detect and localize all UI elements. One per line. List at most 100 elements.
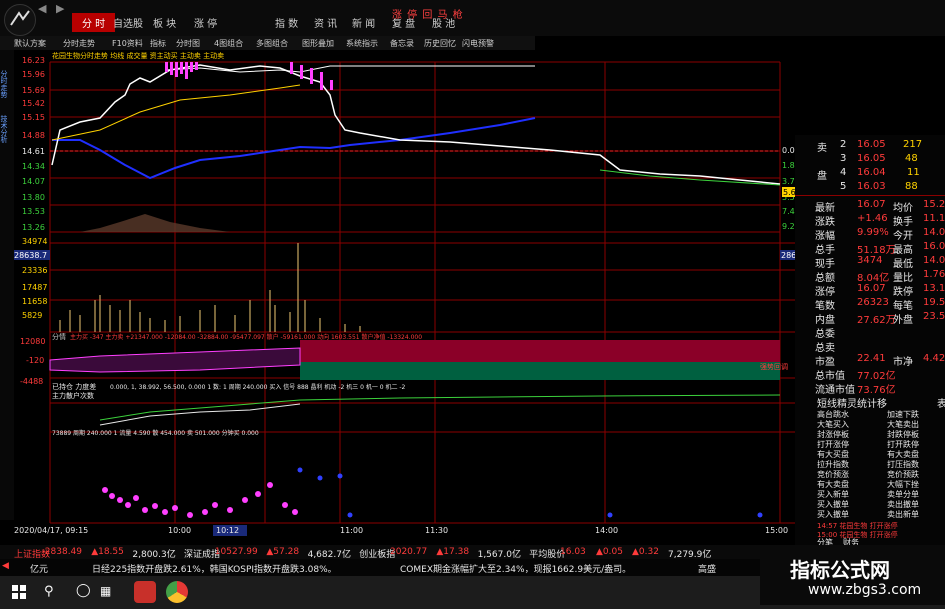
sub1-values: 主力买 -347 主力卖 +21347.000 -12084.00 -32884… — [70, 333, 422, 341]
price-tick-10: 13.53 — [22, 207, 45, 216]
price-tick-9: 13.80 — [22, 193, 45, 202]
ma-line — [51, 84, 301, 141]
stat-label: 市盈 — [815, 357, 835, 368]
price-line — [51, 64, 781, 185]
stat-label: 现手 — [815, 259, 835, 270]
signal-tab-0[interactable]: 短线精灵统计 — [817, 395, 877, 410]
order-vol: 217 — [903, 139, 923, 150]
toolbar-item-5[interactable]: 4图组合 — [214, 38, 243, 49]
nav-item-0[interactable]: 分 时 — [72, 13, 116, 32]
stat-label-2: 最低 — [893, 259, 913, 270]
price-axis: 16.23 15.96 15.69 15.42 15.15 14.88 14.6… — [22, 56, 45, 232]
volume-ridge — [80, 214, 230, 232]
chrome-icon[interactable] — [166, 581, 188, 603]
toolbar-item-8[interactable]: 系统指示 — [346, 38, 378, 49]
time-axis: 2020/04/17, 09:15 10:00 10:12 11:00 11:3… — [14, 525, 788, 536]
order-side: 盘 — [817, 171, 827, 182]
sub1-tick-2: -4488 — [20, 377, 43, 386]
ticker-text-2: COMEX期金涨幅扩大至2.34%，现报1662.9美元/盎司。 — [400, 565, 632, 575]
volume-tick-0: 34974 — [22, 237, 47, 246]
side-tab-2[interactable]: 技术分析 — [0, 114, 8, 144]
app-logo-icon[interactable] — [4, 4, 36, 36]
order-side: 卖 — [817, 143, 827, 154]
index-item: ▲18.55 — [91, 547, 124, 557]
stat-label: 涨跌 — [815, 217, 835, 228]
stat-label: 总委 — [815, 329, 835, 340]
index-item: ▲0.32 — [632, 547, 659, 557]
stock-app-icon[interactable] — [134, 581, 156, 603]
start-icon[interactable] — [12, 585, 26, 599]
watermark-url: www.zbgs3.com — [808, 582, 922, 598]
intraday-chart[interactable]: 分时走势 技术分析 花园生物分时走势 均线 成交量 资主动买 主动卖 主动卖 1… — [0, 50, 795, 545]
nav-item-5[interactable]: 资 讯 — [314, 15, 337, 30]
stat-label: 总卖 — [815, 343, 835, 354]
toolbar-item-6[interactable]: 多图组合 — [256, 38, 288, 49]
pct-tick-4: 7.4% — [782, 207, 795, 216]
toolbar-item-7[interactable]: 图形叠加 — [302, 38, 334, 49]
order-level: 3 — [840, 153, 847, 164]
volume-tick-4: 11658 — [22, 297, 47, 306]
sub2-values: 0.000, 1, 38.992, 56.500, 0.000 1 数: 1 周… — [110, 383, 406, 391]
high-price-markers — [165, 62, 333, 90]
stat-value: 26323 — [857, 297, 889, 308]
nav-item-6[interactable]: 新 闻 — [352, 15, 375, 30]
nav-item-3[interactable]: 涨 停 — [194, 15, 217, 30]
stat-value-2: 14.0 — [923, 255, 945, 266]
volume-bars — [59, 243, 361, 332]
toolbar-item-4[interactable]: 分时图 — [176, 38, 200, 49]
side-tab-1[interactable]: 分时走势 — [0, 69, 8, 99]
stat-value-2: 14.0 — [923, 227, 945, 238]
signal-tab-2[interactable]: 表 — [937, 395, 945, 410]
price-tick-7: 14.34 — [22, 162, 45, 171]
stat-value-2: 16.0 — [923, 241, 945, 252]
stat-label: 最新 — [815, 203, 835, 214]
stat-label-2: 外盘 — [893, 315, 913, 326]
sub1-tick-1: -120 — [26, 356, 44, 365]
price-tick-8: 14.07 — [22, 177, 45, 186]
app-grid-icon[interactable]: ▦ — [100, 584, 111, 598]
nav-item-1[interactable]: 自选股 — [113, 15, 143, 30]
order-vol: 48 — [905, 153, 918, 164]
toolbar-item-1[interactable]: 分时走势 — [63, 38, 95, 49]
signal-left-item[interactable]: 买入撤单 — [817, 509, 849, 520]
order-vol: 88 — [905, 181, 918, 192]
nav-item-4[interactable]: 指 数 — [275, 15, 298, 30]
time-tick-1: 10:00 — [168, 526, 191, 535]
chart-grid — [49, 61, 795, 524]
order-vol: 11 — [907, 167, 920, 178]
pct-tick-0: 0.0% — [782, 146, 795, 155]
task-view-icon[interactable]: ◯ — [76, 583, 91, 598]
stat-label: 涨幅 — [815, 231, 835, 242]
index-item: 2020.77 — [390, 547, 428, 557]
toolbar-item-2[interactable]: F10资料 — [112, 38, 143, 49]
sub3-label: 主力散户次数 — [52, 391, 94, 400]
toolbar-item-9[interactable]: 备忘录 — [390, 38, 414, 49]
ticker-text: 日经225指数开盘跌2.61%，韩国KOSPI指数开盘跌3.08%。 — [92, 565, 337, 575]
stat-label: 总市值 — [815, 371, 845, 382]
stat-label-2: 量比 — [893, 273, 913, 284]
search-icon[interactable]: ⚲ — [44, 584, 54, 599]
pct-tick-1: 1.8% — [782, 161, 795, 170]
signal-right-item[interactable]: 卖出新单 — [887, 509, 919, 520]
sub2-line-2 — [99, 403, 301, 426]
ticker-icon: ◀ — [2, 561, 9, 571]
nav-item-2[interactable]: 板 块 — [153, 15, 176, 30]
signal-tab-1[interactable]: 移 — [877, 395, 887, 410]
stat-label: 总手 — [815, 245, 835, 256]
quote-panel: 卖 2 16.05 217 3 16.05 48 盘 4 16.04 11 5 … — [795, 135, 945, 547]
stat-label: 涨停 — [815, 287, 835, 298]
stat-value-2: 13.1 — [923, 283, 945, 294]
toolbar-item-3[interactable]: 指标 — [150, 38, 166, 49]
pct-tick-5: 9.2% — [782, 222, 795, 231]
forward-icon[interactable]: ▶ — [56, 2, 64, 15]
stat-value: 77.02亿 — [857, 371, 896, 382]
stat-value: 3474 — [857, 255, 883, 266]
volume-axis: 34974 28638.7 23336 17487 11658 5829 — [14, 237, 50, 320]
price-tick-5: 14.88 — [22, 131, 45, 140]
stat-label-2: 每笔 — [893, 301, 913, 312]
toolbar-item-0[interactable]: 默认方案 — [14, 38, 46, 49]
toolbar-item-11[interactable]: 闪电预警 — [462, 38, 494, 49]
back-icon[interactable]: ◀ — [38, 2, 46, 15]
sub4-values: 73889 周期 240.000 1 流量 4.590 散 454.000 卖 … — [52, 429, 259, 437]
toolbar-item-10[interactable]: 历史回忆 — [424, 38, 456, 49]
